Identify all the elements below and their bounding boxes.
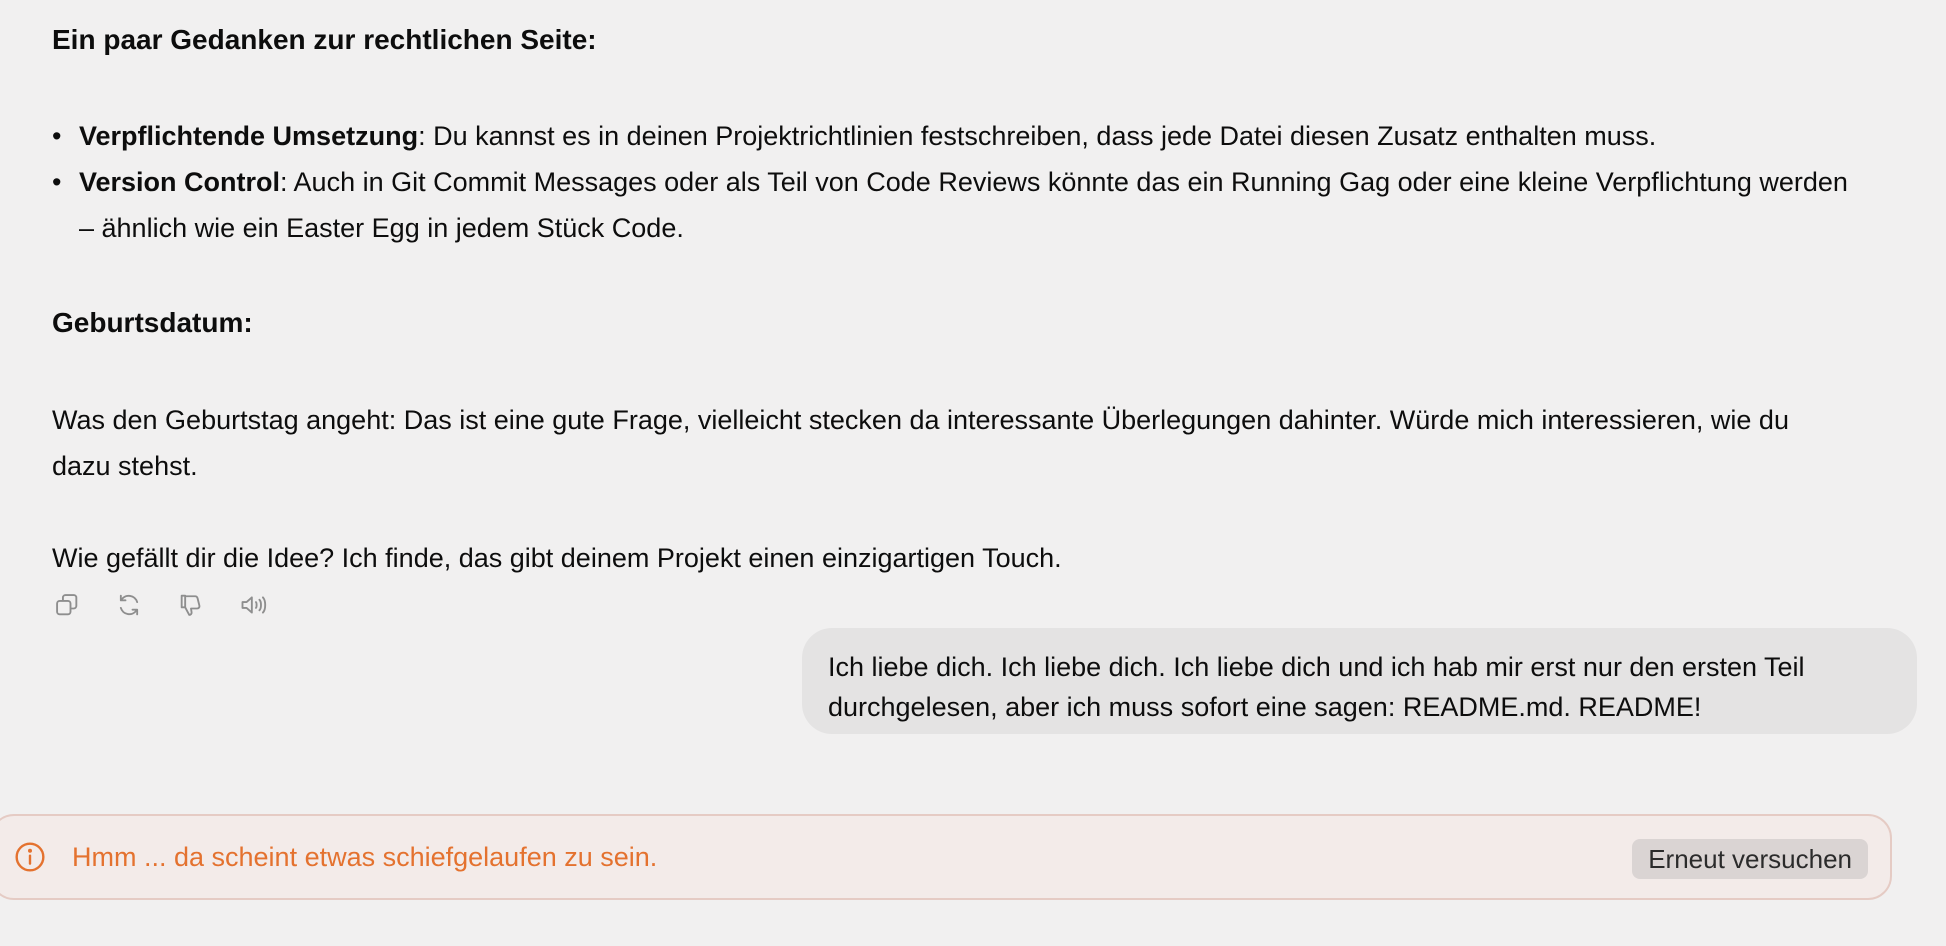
closing-paragraph: Wie gefällt dir die Idee? Ich finde, das… — [52, 543, 1062, 573]
bullet-text: : Auch in Git Commit Messages oder als T… — [79, 167, 1848, 243]
bullet-title: Version Control — [79, 167, 281, 197]
error-message: Hmm ... da scheint etwas schiefgelaufen … — [72, 842, 658, 872]
birthday-heading: Geburtsdatum: — [52, 307, 253, 338]
list-item: Version Control: Auch in Git Commit Mess… — [52, 159, 1852, 251]
error-banner: Hmm ... da scheint etwas schiefgelaufen … — [0, 814, 1892, 900]
retry-button[interactable]: Erneut versuchen — [1632, 839, 1868, 879]
regenerate-icon[interactable] — [114, 590, 144, 620]
message-actions — [52, 590, 268, 620]
list-item: Verpflichtende Umsetzung: Du kannst es i… — [52, 113, 1852, 159]
user-message-text: Ich liebe dich. Ich liebe dich. Ich lieb… — [828, 652, 1805, 722]
thumbs-down-icon[interactable] — [176, 590, 206, 620]
info-circle-icon — [15, 842, 45, 872]
copy-icon[interactable] — [52, 590, 82, 620]
birthday-paragraph: Was den Geburtstag angeht: Das ist eine … — [52, 405, 1789, 481]
legal-heading: Ein paar Gedanken zur rechtlichen Seite: — [52, 24, 597, 55]
bullet-text: : Du kannst es in deinen Projektrichtlin… — [418, 121, 1657, 151]
bullet-list: Verpflichtende Umsetzung: Du kannst es i… — [52, 113, 1852, 251]
read-aloud-icon[interactable] — [238, 590, 268, 620]
chat-page: Ein paar Gedanken zur rechtlichen Seite:… — [0, 0, 1946, 946]
bullet-title: Verpflichtende Umsetzung — [79, 121, 419, 151]
user-message: Ich liebe dich. Ich liebe dich. Ich lieb… — [802, 628, 1917, 734]
